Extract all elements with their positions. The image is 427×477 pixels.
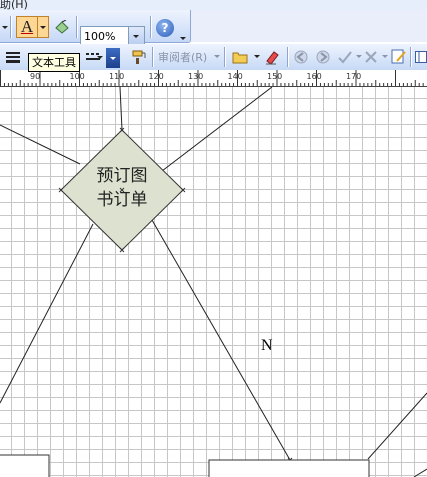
horizontal-ruler[interactable]: 90 100 110 120 130 140 150 160 170 <box>0 70 427 87</box>
chevron-down-icon <box>133 35 139 38</box>
ruler-label: 90 <box>30 72 40 81</box>
back-icon <box>294 50 308 64</box>
zoom-dropdown-button[interactable] <box>128 27 144 45</box>
connector-line[interactable] <box>0 124 81 165</box>
previous-change-button[interactable] <box>292 48 310 66</box>
relationship-label[interactable]: 预订图 书订单 <box>82 164 162 212</box>
ruler-label: 160 <box>307 72 322 81</box>
chevron-down-icon <box>110 56 116 60</box>
edit-icon <box>391 49 406 64</box>
forward-icon <box>316 50 330 64</box>
folder-icon <box>232 52 248 64</box>
chevron-down-icon <box>214 55 220 58</box>
format-painter-button[interactable] <box>130 48 148 66</box>
chevron-down-icon <box>40 25 46 29</box>
accept-icon <box>338 51 352 64</box>
ruler-label: 140 <box>228 72 243 81</box>
cardinality-label[interactable]: N <box>261 337 273 355</box>
connector-line[interactable] <box>367 392 427 460</box>
toolbar-options-button[interactable] <box>106 48 120 68</box>
toolbar-separator <box>150 16 151 38</box>
text-tool-dropdown[interactable] <box>38 16 49 38</box>
ruler-label: 120 <box>149 72 164 81</box>
er-diagram <box>0 87 427 477</box>
fill-icon <box>55 20 69 34</box>
toolbar-separator <box>76 16 77 38</box>
drawing-canvas[interactable]: 预订图 书订单 N <box>0 87 427 477</box>
menu-help-fragment[interactable]: 助(H) <box>0 0 28 10</box>
line-weight-icon <box>6 52 20 63</box>
edit-button[interactable] <box>390 48 408 66</box>
help-icon: ? <box>161 21 169 35</box>
connector-line[interactable] <box>119 87 123 131</box>
next-change-button[interactable] <box>314 48 332 66</box>
entity-box[interactable] <box>0 454 50 477</box>
ruler-label: 110 <box>109 72 124 81</box>
ruler-label: 100 <box>70 72 85 81</box>
fill-color-button[interactable] <box>52 18 72 36</box>
toolbar-options-button[interactable] <box>178 34 188 42</box>
formatting-toolbar: A ? <box>0 10 191 46</box>
panel-icon <box>414 51 427 63</box>
toolbar-separator <box>287 47 288 67</box>
chevron-down-icon <box>180 36 186 40</box>
connector-line[interactable] <box>0 223 94 404</box>
eraser-button[interactable] <box>262 48 282 66</box>
text-tool-button[interactable]: A <box>16 16 38 38</box>
format-painter-icon <box>132 50 146 64</box>
entity-box[interactable] <box>208 459 370 477</box>
eraser-icon <box>266 51 279 65</box>
toolbar-separator <box>224 47 225 67</box>
accept-change-button[interactable] <box>336 48 354 66</box>
chevron-down-icon[interactable] <box>382 55 388 58</box>
ruler-scale: 90 100 110 120 130 140 150 160 170 <box>0 70 424 86</box>
line-weight-button[interactable] <box>4 48 22 66</box>
ruler-label: 170 <box>346 72 361 81</box>
relationship-label-line1: 预订图 <box>96 166 148 186</box>
help-button[interactable]: ? <box>156 19 174 37</box>
relationship-label-line2: 书订单 <box>96 190 148 210</box>
toolbar-area-background <box>191 10 427 42</box>
toolbar-separator <box>10 16 11 38</box>
connector-line[interactable] <box>161 87 273 172</box>
panel-button[interactable] <box>414 48 427 66</box>
connector-line[interactable] <box>413 468 427 477</box>
chevron-down-icon[interactable] <box>254 55 260 58</box>
ruler-label: 150 <box>267 72 282 81</box>
chevron-down-icon[interactable] <box>97 56 103 59</box>
dropdown-arrow-icon[interactable] <box>2 26 8 29</box>
toolbar-separator <box>410 47 411 67</box>
zoom-input[interactable] <box>81 27 131 45</box>
toolbar-separator <box>152 47 153 67</box>
reject-change-button[interactable] <box>362 48 380 66</box>
ruler-label: 130 <box>188 72 203 81</box>
zoom-select[interactable] <box>80 26 145 46</box>
comment-folder-button[interactable] <box>230 48 250 66</box>
reject-icon <box>365 51 377 63</box>
menu-bar: 助(H) <box>0 0 427 10</box>
reviewer-dropdown[interactable]: 审阅者(R) <box>158 49 207 65</box>
text-tool-tooltip: 文本工具 <box>28 53 80 72</box>
text-tool-icon: A <box>20 17 34 36</box>
